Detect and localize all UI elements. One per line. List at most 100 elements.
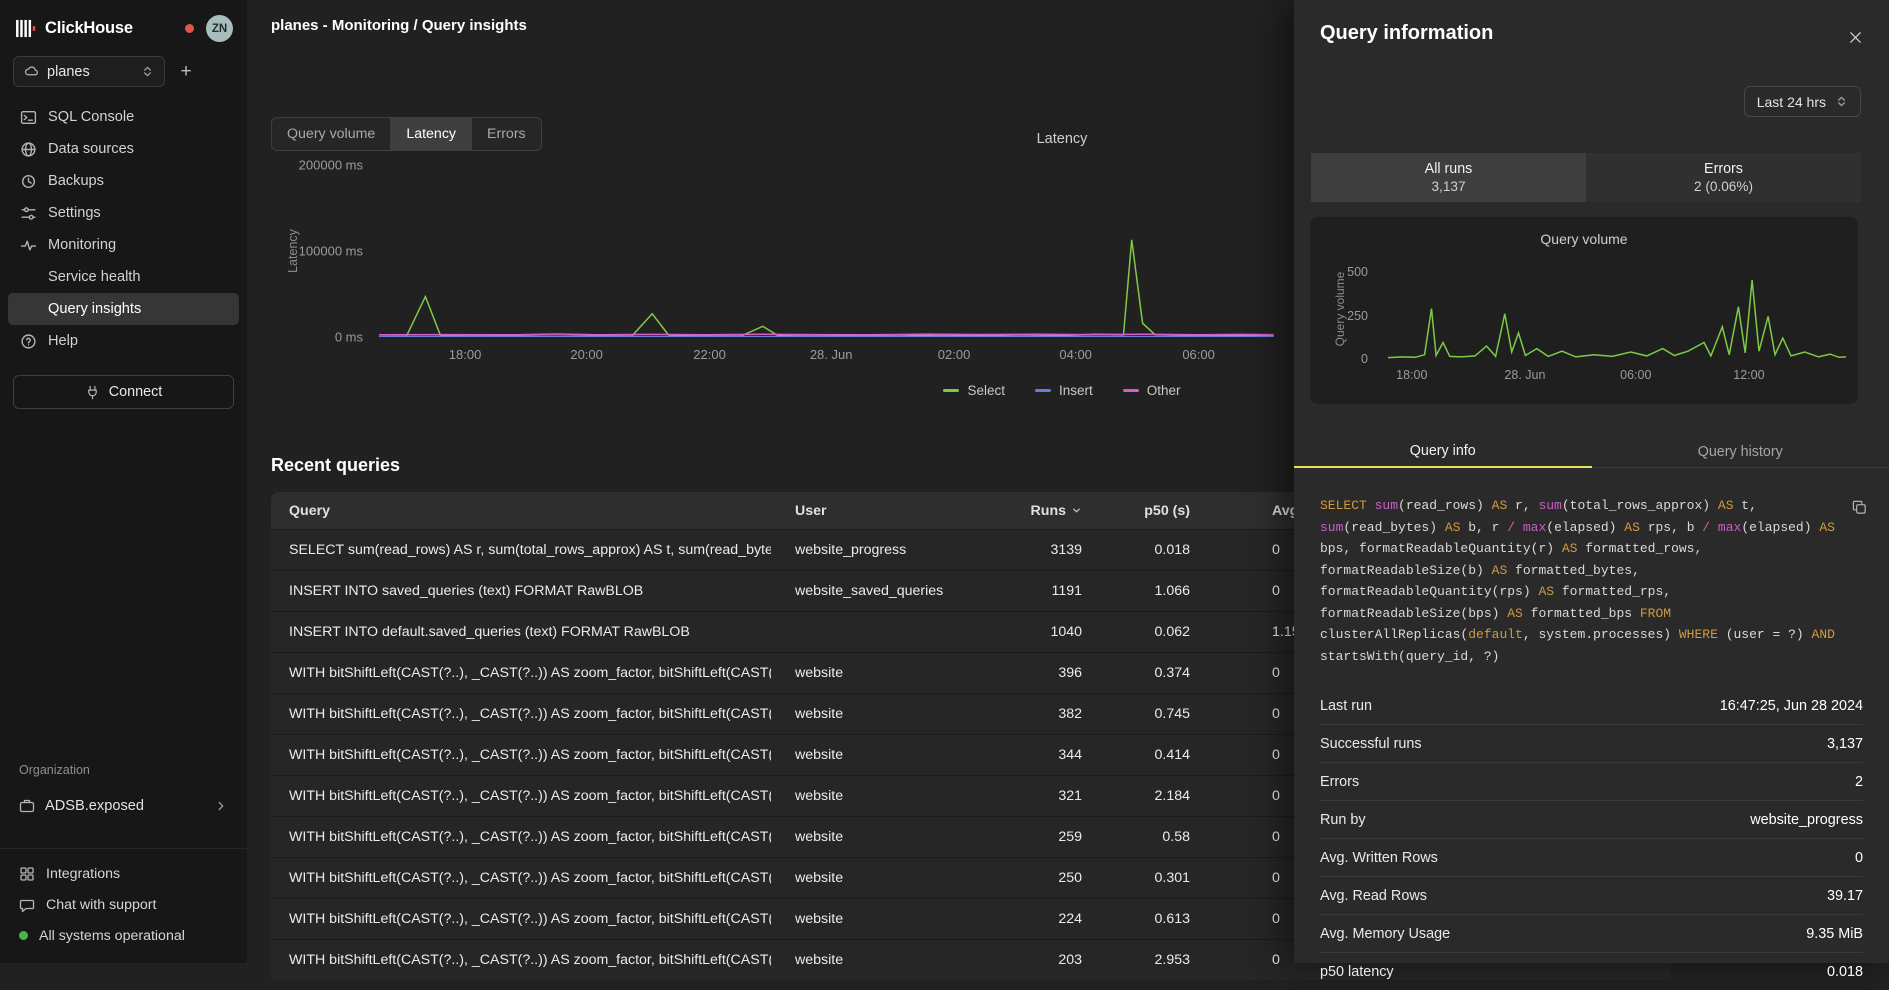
column-query: Query xyxy=(271,503,771,519)
copy-query-button[interactable] xyxy=(1852,500,1867,515)
query-cell: WITH bitShiftLeft(CAST(?..), _CAST(?..))… xyxy=(271,747,771,763)
detail-label: Avg. Read Rows xyxy=(1320,888,1427,904)
sidebar-item-label: Query insights xyxy=(48,301,141,317)
p50-cell: 1.066 xyxy=(1086,583,1196,599)
p50-cell: 2.184 xyxy=(1086,788,1196,804)
briefcase-icon xyxy=(19,798,35,814)
query-cell: WITH bitShiftLeft(CAST(?..), _CAST(?..))… xyxy=(271,788,771,804)
detail-label: Errors xyxy=(1320,774,1359,790)
x-tick-label: 06:00 xyxy=(1182,347,1215,362)
y-tick-label: 0 ms xyxy=(267,330,363,345)
integrations-icon xyxy=(19,866,35,882)
detail-value: 0.018 xyxy=(1827,964,1863,980)
time-range-value: Last 24 hrs xyxy=(1757,94,1826,110)
recent-queries-title: Recent queries xyxy=(271,455,400,476)
detail-row: Run by website_progress xyxy=(1320,800,1863,838)
detail-row: p50 latency 0.018 xyxy=(1320,952,1863,990)
chart-plot-area xyxy=(1388,259,1846,359)
detail-label: Successful runs xyxy=(1320,736,1422,752)
connect-label: Connect xyxy=(109,384,163,400)
tab-query-info[interactable]: Query info xyxy=(1294,436,1592,468)
runs-cell: 3139 xyxy=(986,542,1086,558)
query-information-panel: Query information Last 24 hrs All runs 3… xyxy=(1294,0,1889,963)
tab-query-history[interactable]: Query history xyxy=(1592,436,1889,468)
detail-row: Errors 2 xyxy=(1320,762,1863,800)
cloud-icon xyxy=(24,64,39,79)
close-panel-button[interactable] xyxy=(1845,27,1865,47)
detail-row: Avg. Written Rows 0 xyxy=(1320,838,1863,876)
brand[interactable]: ClickHouse xyxy=(16,19,133,38)
sidebar-item-sql-console[interactable]: SQL Console xyxy=(8,101,239,133)
chat-support-item[interactable]: Chat with support xyxy=(0,889,247,920)
sidebar-item-query-insights[interactable]: Query insights xyxy=(8,293,239,325)
add-service-button[interactable]: + xyxy=(171,56,201,87)
page-title: planes - Monitoring / Query insights xyxy=(271,17,527,34)
runs-cell: 1040 xyxy=(986,624,1086,640)
series-select xyxy=(379,240,1274,337)
sidebar-item-monitoring[interactable]: Monitoring xyxy=(8,229,239,261)
query-volume-chart: Query volume Query volume 5002500 18:002… xyxy=(1310,217,1858,404)
x-tick-label: 18:00 xyxy=(449,347,482,362)
stat-tab[interactable]: Errors 2 (0.06%) xyxy=(1586,153,1861,202)
sidebar-item-help[interactable]: Help xyxy=(8,325,239,357)
x-tick-label: 02:00 xyxy=(938,347,971,362)
stat-tab-label: Errors xyxy=(1704,161,1743,177)
user-cell: website xyxy=(771,706,986,722)
user-cell: website xyxy=(771,952,986,968)
avatar[interactable]: ZN xyxy=(206,15,233,42)
query-cell: INSERT INTO saved_queries (text) FORMAT … xyxy=(271,583,771,599)
monitoring-icon xyxy=(20,237,37,254)
query-cell: WITH bitShiftLeft(CAST(?..), _CAST(?..))… xyxy=(271,829,771,845)
connect-button[interactable]: Connect xyxy=(13,375,234,409)
query-cell: WITH bitShiftLeft(CAST(?..), _CAST(?..))… xyxy=(271,952,771,968)
y-tick-label: 100000 ms xyxy=(267,244,363,259)
x-tick-label: 20:00 xyxy=(570,347,603,362)
organization-label: Organization xyxy=(19,763,90,777)
column-p50: p50 (s) xyxy=(1086,503,1196,519)
y-axis-ticks: 5002500 xyxy=(1310,259,1372,359)
plug-icon xyxy=(85,385,100,400)
service-selector[interactable]: planes xyxy=(13,56,165,87)
sidebar-item-data-sources[interactable]: Data sources xyxy=(8,133,239,165)
runs-cell: 396 xyxy=(986,665,1086,681)
sidebar-item-label: Help xyxy=(48,333,78,349)
organization-row[interactable]: ADSB.exposed xyxy=(8,788,239,824)
detail-row: Successful runs 3,137 xyxy=(1320,724,1863,762)
sidebar-item-label: Backups xyxy=(48,173,104,189)
service-selector-value: planes xyxy=(47,64,90,80)
legend-item: Insert xyxy=(1035,383,1093,398)
organization-name: ADSB.exposed xyxy=(45,798,144,814)
x-tick-label: 06:00 xyxy=(1620,368,1651,382)
p50-cell: 2.953 xyxy=(1086,952,1196,968)
y-tick-label: 200000 ms xyxy=(267,158,363,173)
series-queries xyxy=(1388,280,1846,358)
panel-title: Query information xyxy=(1320,22,1493,45)
runs-cell: 382 xyxy=(986,706,1086,722)
sidebar-item-settings[interactable]: Settings xyxy=(8,197,239,229)
terminal-icon xyxy=(20,109,37,126)
clickhouse-logo-icon xyxy=(16,19,37,38)
user-cell: website xyxy=(771,829,986,845)
system-status-item[interactable]: All systems operational xyxy=(0,920,247,951)
column-runs[interactable]: Runs xyxy=(986,503,1086,519)
detail-value: 16:47:25, Jun 28 2024 xyxy=(1720,698,1863,714)
series-other xyxy=(379,334,1274,335)
sidebar-item-backups[interactable]: Backups xyxy=(8,165,239,197)
detail-value: 0 xyxy=(1855,850,1863,866)
help-icon xyxy=(20,333,37,350)
detail-label: Last run xyxy=(1320,698,1372,714)
x-axis-ticks: 18:0028. Jun06:0012:00 xyxy=(1388,368,1846,386)
time-range-select[interactable]: Last 24 hrs xyxy=(1744,86,1861,117)
p50-cell: 0.414 xyxy=(1086,747,1196,763)
close-icon xyxy=(1848,30,1863,45)
sidebar-item-service-health[interactable]: Service health xyxy=(8,261,239,293)
query-cell: WITH bitShiftLeft(CAST(?..), _CAST(?..))… xyxy=(271,665,771,681)
stat-tab-value: 3,137 xyxy=(1431,179,1465,194)
runs-cell: 321 xyxy=(986,788,1086,804)
x-tick-label: 28. Jun xyxy=(1504,368,1545,382)
query-cell: SELECT sum(read_rows) AS r, sum(total_ro… xyxy=(271,542,771,558)
stat-tab[interactable]: All runs 3,137 xyxy=(1311,153,1586,202)
integrations-item[interactable]: Integrations xyxy=(0,858,247,889)
column-user: User xyxy=(771,503,986,519)
y-tick-label: 250 xyxy=(1306,309,1368,323)
